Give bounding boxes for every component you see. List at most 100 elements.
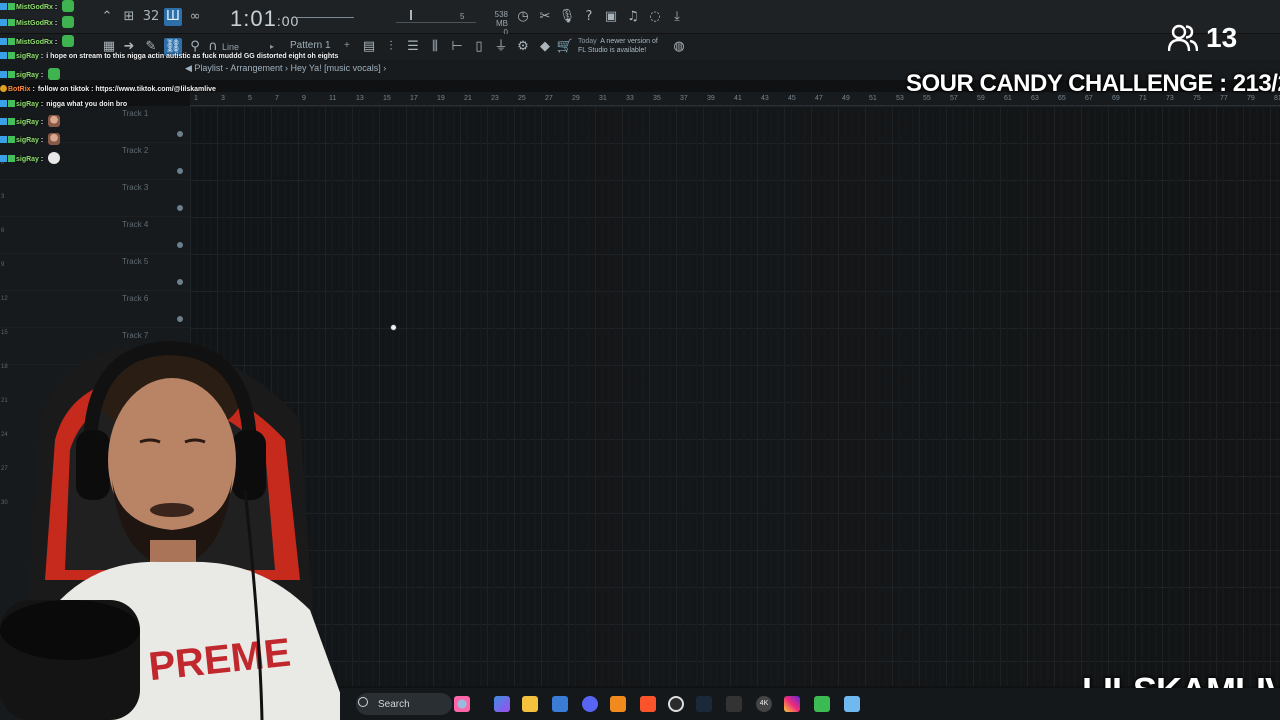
app-icon[interactable] — [726, 696, 742, 712]
viewer-count-number: 13 — [1206, 22, 1238, 53]
chat-emote-icon — [48, 68, 61, 80]
master-volume-slider[interactable] — [410, 10, 412, 20]
chat-separator: : — [38, 101, 44, 108]
playlist-icon[interactable]: ▤ — [360, 38, 378, 56]
chat-username[interactable]: MistGodRx — [16, 4, 53, 11]
tempo-slider[interactable] — [296, 17, 354, 18]
faders-icon[interactable]: ⫼ — [426, 38, 444, 56]
track-header[interactable]: Track 5 — [0, 254, 190, 291]
mixer-icon[interactable]: ⊞ — [120, 8, 138, 26]
fl-studio-icon[interactable] — [610, 696, 626, 712]
steam-icon[interactable] — [696, 696, 712, 712]
track-enable-dot[interactable] — [177, 131, 183, 137]
download-icon[interactable]: ⤓ — [668, 8, 686, 26]
track-name: Track 1 — [122, 109, 149, 118]
chat-username[interactable]: sigRay — [16, 119, 39, 126]
track-enable-dot[interactable] — [177, 316, 183, 322]
notepad-icon[interactable] — [844, 696, 860, 712]
channel-rack-icon[interactable]: ⫶ — [382, 38, 400, 56]
chat-separator: : — [38, 72, 44, 79]
chat-badge-icon — [0, 71, 7, 78]
master-pitch-slider[interactable] — [396, 22, 476, 23]
track-name: Track 3 — [122, 183, 149, 192]
chat-message: sigRay : — [0, 133, 61, 145]
hierarchy-icon[interactable]: ⊢ — [448, 38, 466, 56]
chat-username[interactable]: MistGodRx — [16, 39, 53, 46]
chat-badge-icon — [0, 19, 7, 26]
pattern-selector[interactable]: Pattern 1 — [290, 40, 346, 51]
chat-username[interactable]: MistGodRx — [16, 20, 53, 27]
chat-badge-icon — [0, 52, 7, 59]
track-enable-dot[interactable] — [177, 242, 183, 248]
loop-icon[interactable]: ∞ — [186, 8, 204, 26]
taskbar-search-label[interactable]: Search — [378, 699, 410, 710]
chat-text: i hope on stream to this nigga actin aut… — [46, 53, 339, 60]
ruler-bar-number: 37 — [680, 95, 688, 102]
chat-badge-icon — [8, 136, 15, 143]
ruler-bar-number: 5 — [248, 95, 252, 102]
chat-message: sigRay : — [0, 68, 61, 80]
metronome-icon[interactable]: ◷ — [514, 8, 532, 26]
cut-icon[interactable]: ✂ — [536, 8, 554, 26]
track-header[interactable]: Track 6 — [0, 291, 190, 328]
file-icon[interactable]: ▯ — [470, 38, 488, 56]
tick-label: 6 — [1, 228, 5, 234]
news-panel[interactable]: Today A newer version of FL Studio is ava… — [578, 37, 658, 55]
track-name: Track 5 — [122, 257, 149, 266]
chat-username[interactable]: sigRay — [16, 53, 39, 60]
chat-username[interactable]: sigRay — [16, 137, 39, 144]
brave-icon[interactable] — [640, 696, 656, 712]
ruler-bar-number: 13 — [356, 95, 364, 102]
store-icon[interactable] — [552, 696, 568, 712]
ruler-bar-number: 47 — [815, 95, 823, 102]
chat-emote-icon — [62, 0, 75, 12]
file-explorer-icon[interactable] — [522, 696, 538, 712]
help-icon[interactable]: ? — [580, 8, 598, 26]
snap-mode-label[interactable]: Line — [222, 42, 239, 52]
instagram-icon[interactable] — [784, 696, 800, 712]
cart-icon[interactable]: 🛒 — [556, 38, 574, 56]
chat-text: nigga what you doin bro — [46, 101, 128, 108]
microphone-icon[interactable]: 🎙 — [558, 8, 576, 26]
ruler-bar-number: 3 — [221, 95, 225, 102]
track-header[interactable]: Track 3 — [0, 180, 190, 217]
add-pattern-icon[interactable]: + — [344, 40, 350, 51]
tick-label: 9 — [1, 262, 5, 268]
chat-icon[interactable]: ◌ — [646, 8, 664, 26]
streamer-image: PREME — [0, 340, 350, 720]
plug-icon[interactable]: ⏚ — [492, 38, 510, 56]
chat-username[interactable]: sigRay — [16, 101, 39, 108]
chat-badge-icon — [0, 85, 7, 92]
copilot-icon[interactable] — [454, 696, 470, 712]
chat-message: sigRay : — [0, 152, 61, 164]
chat-badge-icon — [0, 136, 7, 143]
piano-icon[interactable]: ♫ — [624, 8, 642, 26]
track-name: Track 2 — [122, 146, 149, 155]
bluestacks-icon[interactable] — [814, 696, 830, 712]
browser-icon[interactable]: ◆ — [536, 38, 554, 56]
track-name: Track 4 — [122, 220, 149, 229]
plugin-icon[interactable]: ⚙ — [514, 38, 532, 56]
typing-keyboard-icon[interactable]: Ш — [164, 8, 182, 26]
save-icon[interactable]: ▣ — [602, 8, 620, 26]
track-enable-dot[interactable] — [177, 279, 183, 285]
discord-icon[interactable] — [582, 696, 598, 712]
track-enable-dot[interactable] — [177, 168, 183, 174]
chat-badge-icon — [8, 38, 15, 45]
4k-app-icon[interactable]: 4K — [756, 696, 772, 712]
chat-emote-icon — [62, 35, 75, 47]
chat-username[interactable]: BotRix — [8, 86, 31, 93]
edge-icon[interactable] — [494, 696, 510, 712]
track-header[interactable]: Track 4 — [0, 217, 190, 254]
pattern-prev-icon[interactable]: ▸ — [270, 42, 274, 51]
chat-badge-icon — [8, 100, 15, 107]
snap-icon[interactable]: ⌃ — [98, 8, 116, 26]
chat-message: MistGodRx : — [0, 0, 75, 12]
chat-username[interactable]: sigRay — [16, 156, 39, 163]
mixer-view-icon[interactable]: ☰ — [404, 38, 422, 56]
track-enable-dot[interactable] — [177, 205, 183, 211]
step-icon[interactable]: 32 — [142, 8, 160, 26]
obs-icon[interactable] — [668, 696, 684, 712]
globe-icon[interactable]: ◍ — [670, 38, 688, 56]
chat-username[interactable]: sigRay — [16, 72, 39, 79]
